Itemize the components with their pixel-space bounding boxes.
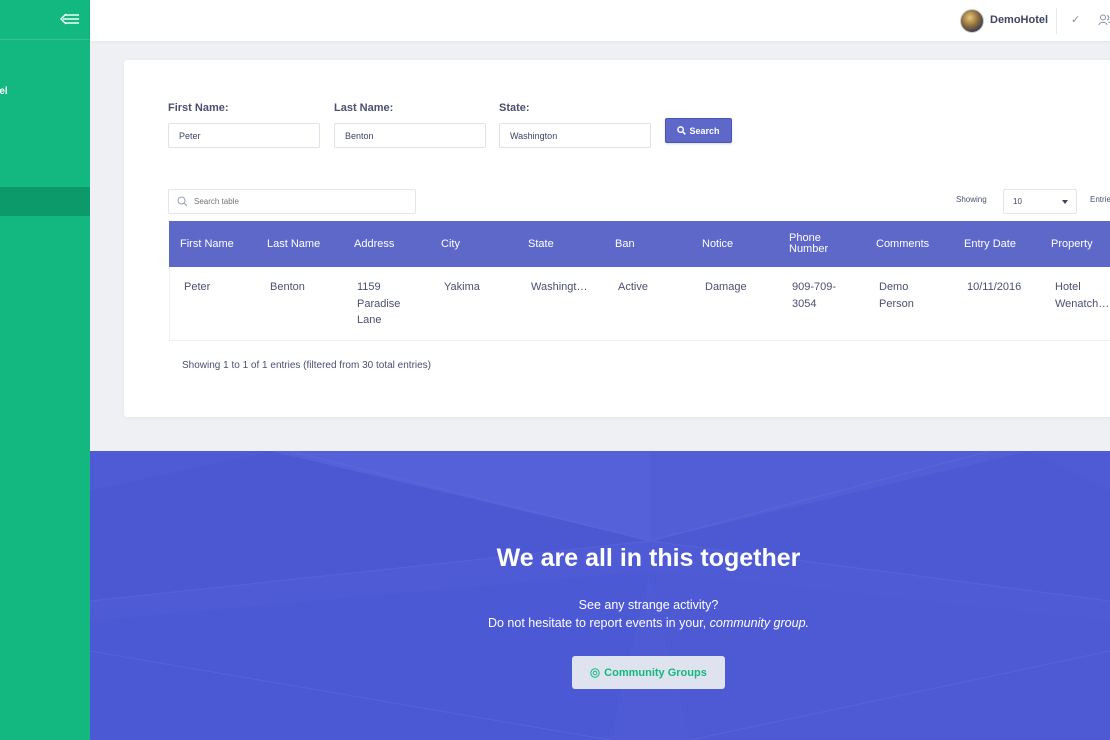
column-header[interactable]: Address <box>354 221 394 267</box>
column-header[interactable]: Phone Number <box>789 221 849 267</box>
cell-address: 1159 Paradise Lane <box>357 281 401 326</box>
banner-line-2-text: Do not hesitate to report events in your… <box>487 616 707 630</box>
state-field[interactable] <box>499 123 651 148</box>
table-search[interactable] <box>168 189 416 214</box>
sidebar-brand: tel <box>0 86 8 97</box>
cell-ban: Active <box>618 281 648 293</box>
cell-phone: 909-709-3054 <box>792 281 837 310</box>
last-name-field[interactable] <box>334 123 486 148</box>
table-info: Showing 1 to 1 of 1 entries (filtered fr… <box>182 360 432 371</box>
sidebar: tel <box>0 0 90 740</box>
state-label: State: <box>499 102 530 114</box>
table-header: First Name Last Name Address City State … <box>169 221 1110 267</box>
search-button-label: Search <box>689 125 720 136</box>
column-header[interactable]: Property <box>1051 221 1093 267</box>
users-icon[interactable] <box>1098 13 1110 27</box>
showing-label: Showing <box>956 195 987 204</box>
page-size-value: 10 <box>1013 197 1022 206</box>
community-icon <box>590 667 600 678</box>
table-row[interactable]: Peter Benton 1159 Paradise Lane Yakima W… <box>169 267 1110 341</box>
check-icon[interactable]: ✓ <box>1071 13 1080 26</box>
search-card: First Name: Last Name: State: Search Sho… <box>124 60 1110 417</box>
column-header[interactable]: Notice <box>702 221 733 267</box>
cell-notice: Damage <box>705 281 747 293</box>
community-groups-label: Community Groups <box>604 666 707 679</box>
cell-property: Hotel Wenatch… <box>1055 281 1110 310</box>
cell-state: Washingt… <box>531 281 588 293</box>
search-icon <box>177 196 188 207</box>
search-icon <box>677 126 687 135</box>
cell-entry-date: 10/11/2016 <box>967 281 1022 293</box>
sidebar-item-active[interactable] <box>0 187 90 216</box>
banner-background <box>90 451 1110 740</box>
column-header[interactable]: City <box>441 221 460 267</box>
banner-line-2: Do not hesitate to report events in your… <box>90 616 1110 630</box>
community-groups-button[interactable]: Community Groups <box>572 656 725 689</box>
column-header[interactable]: Last Name <box>267 221 320 267</box>
entries-label: Entries <box>1090 195 1110 204</box>
menu-collapse-icon[interactable] <box>60 11 80 27</box>
column-header[interactable]: Entry Date <box>964 221 1016 267</box>
community-banner: We are all in this together See any stra… <box>90 451 1110 740</box>
first-name-label: First Name: <box>168 102 229 114</box>
last-name-label: Last Name: <box>334 102 394 114</box>
banner-line-1: See any strange activity? <box>578 598 719 612</box>
banner-title: We are all in this together <box>496 544 801 572</box>
first-name-field[interactable] <box>168 123 320 148</box>
cell-city: Yakima <box>444 281 480 293</box>
community-group-link[interactable]: community group. <box>710 616 809 630</box>
search-button[interactable]: Search <box>665 118 732 143</box>
column-header[interactable]: Comments <box>876 221 929 267</box>
cell-last-name: Benton <box>270 281 305 293</box>
user-name[interactable]: DemoHotel <box>990 14 1048 26</box>
page-size-select[interactable]: 10 <box>1003 189 1077 214</box>
table-search-input[interactable] <box>194 197 394 206</box>
column-header[interactable]: Ban <box>615 221 635 267</box>
divider <box>1056 8 1057 34</box>
chevron-down-icon <box>1062 200 1068 204</box>
topbar: DemoHotel ✓ <box>90 0 1110 41</box>
column-header[interactable]: State <box>528 221 554 267</box>
cell-first-name: Peter <box>184 281 211 293</box>
column-header[interactable]: First Name <box>180 221 234 267</box>
avatar[interactable] <box>960 9 984 33</box>
cell-comments: Demo Person <box>879 281 914 310</box>
sidebar-header <box>0 0 90 40</box>
